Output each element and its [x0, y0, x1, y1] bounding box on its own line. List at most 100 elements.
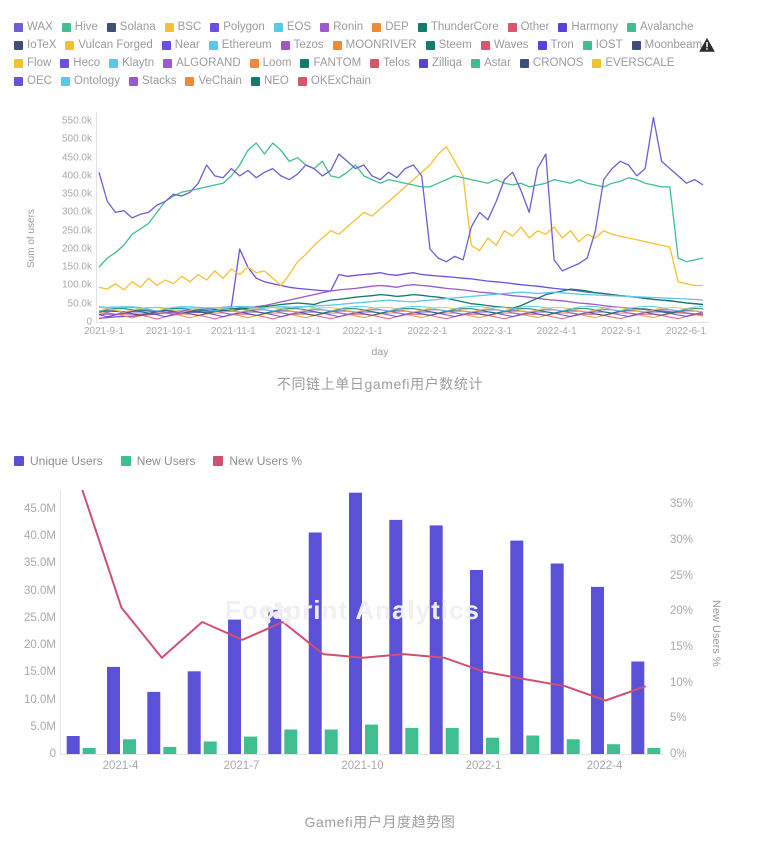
bar-unique-users — [66, 736, 80, 754]
legend-label: New Users % — [229, 454, 303, 468]
legend-label: CRONOS — [532, 57, 584, 69]
chart2-legend-item[interactable]: Unique Users — [14, 454, 103, 468]
chart1-legend-item[interactable]: WAX — [14, 18, 53, 36]
chart1-legend-item[interactable]: Polygon — [210, 18, 265, 36]
chart1-legend-item[interactable]: Moonbeam — [631, 36, 703, 54]
chart2-x-axis-ticks: 2021-4 2021-7 2021-10 2022-1 2022-4 — [60, 760, 665, 776]
chart2-legend-item[interactable]: New Users — [120, 454, 195, 468]
chart1-legend-item[interactable]: Heco — [60, 54, 100, 72]
chart1-legend-item[interactable]: FANTOM — [300, 54, 361, 72]
chart1-legend-item[interactable]: Ontology — [60, 72, 120, 90]
bar-unique-users — [147, 691, 161, 754]
y-tick-label: 5.0M — [30, 720, 56, 733]
x-tick-label: 2022-1 — [465, 760, 502, 772]
bar-unique-users — [510, 540, 524, 754]
secondary-y-tick-label: 15% — [670, 640, 694, 653]
chart2-secondary-y-axis-label: New Users % — [710, 600, 722, 667]
chart1-legend-item[interactable]: IoTeX — [14, 36, 56, 54]
chart1-legend-item[interactable]: ThunderCore — [417, 18, 499, 36]
legend-swatch-icon — [558, 22, 568, 32]
chart1-legend-item[interactable]: OEC — [14, 72, 52, 90]
secondary-y-tick-label: 30% — [670, 533, 694, 546]
y-tick-label: 30.0M — [24, 584, 56, 597]
chart1-legend-item[interactable]: OKExChain — [297, 72, 371, 90]
y-tick-label: 200.0k — [61, 243, 92, 255]
chart1-legend-item[interactable]: Near — [161, 36, 200, 54]
legend-swatch-icon — [480, 40, 490, 50]
legend-label: Moonbeam — [644, 39, 703, 51]
chart1-legend-item[interactable]: Avalanche — [627, 18, 694, 36]
chart1-legend-item[interactable]: MOONRIVER — [332, 36, 417, 54]
bar-unique-users — [389, 519, 403, 754]
chart1-legend-item[interactable]: Ronin — [320, 18, 363, 36]
chart1-legend-item[interactable]: Waves — [480, 36, 529, 54]
legend-swatch-icon — [65, 40, 75, 50]
x-tick-label: 2022-4 — [586, 760, 623, 772]
x-tick-label: 2022-1-1 — [342, 326, 383, 337]
legend-swatch-icon — [592, 58, 602, 68]
x-tick-label: 2021-9-1 — [83, 326, 125, 337]
chart1-legend-item[interactable]: Astar — [471, 54, 511, 72]
bar-new-users — [486, 737, 499, 754]
legend-swatch-icon — [61, 22, 71, 32]
secondary-y-tick-label: 0% — [670, 748, 687, 760]
bar-new-users — [284, 729, 298, 754]
page-root: WAX Hive Solana BSC Polygon EOS Ronin DEP Thunde… — [0, 0, 760, 854]
legend-swatch-icon — [273, 22, 283, 32]
chart1-legend-item[interactable]: BSC — [164, 18, 202, 36]
chart1-legend-item[interactable]: VeChain — [185, 72, 242, 90]
chart1-legend-item[interactable]: Klaytn — [109, 54, 154, 72]
chart1-legend-item[interactable]: Solana — [106, 18, 156, 36]
chart1-legend-item[interactable]: Flow — [14, 54, 51, 72]
chart1-legend-item[interactable]: Tron — [537, 36, 574, 54]
legend-label: OKExChain — [310, 75, 371, 87]
chart1-legend-item[interactable]: Telos — [370, 54, 410, 72]
legend-label: FANTOM — [313, 57, 362, 69]
chart1-legend-item[interactable]: IOST — [582, 36, 623, 54]
chart1-legend-item[interactable]: NEO — [250, 72, 289, 90]
legend-label: WAX — [27, 21, 53, 33]
legend-label: Vulcan Forged — [78, 39, 153, 51]
legend-swatch-icon — [297, 76, 307, 86]
legend-swatch-icon — [537, 40, 547, 50]
legend-label: BSC — [177, 21, 202, 33]
x-tick-label: 2022-3-1 — [471, 326, 513, 337]
chart1-legend-item[interactable]: EVERSCALE — [592, 54, 674, 72]
x-tick-label: 2021-4 — [102, 760, 139, 772]
y-tick-label: 15.0M — [24, 666, 56, 679]
chart1-legend-item[interactable]: DEP — [372, 18, 409, 36]
chart1-legend-item[interactable]: Steem — [425, 36, 472, 54]
chart1-legend-item[interactable]: EOS — [273, 18, 311, 36]
bar-unique-users — [349, 492, 362, 754]
chart1-legend-item[interactable]: Loom — [249, 54, 291, 72]
bar-unique-users — [550, 563, 564, 754]
chart1-legend-item[interactable]: Harmony — [558, 18, 618, 36]
y-tick-label: 40.0M — [24, 530, 56, 543]
chart1-legend-item[interactable]: Stacks — [128, 72, 176, 90]
legend-label: Other — [520, 21, 550, 33]
legend-swatch-icon — [471, 58, 481, 68]
chart1-legend-item[interactable]: CRONOS — [519, 54, 584, 72]
chart2-legend-item[interactable]: New Users % — [213, 454, 302, 468]
y-tick-label: 550.0k — [61, 115, 92, 127]
warning-triangle-icon[interactable] — [698, 36, 716, 54]
bar-new-users — [405, 727, 419, 754]
legend-label: Telos — [383, 57, 411, 69]
legend-label: Steem — [438, 39, 472, 51]
x-tick-label: 2021-11-1 — [210, 326, 256, 337]
legend-swatch-icon — [213, 456, 224, 466]
chart1-legend-item[interactable]: Tezos — [280, 36, 324, 54]
legend-label: Harmony — [571, 21, 619, 33]
chart1-legend-item[interactable]: Hive — [61, 18, 98, 36]
y-tick-label: 25.0M — [24, 611, 56, 624]
chart1-legend-item[interactable]: Vulcan Forged — [65, 36, 153, 54]
legend-label: Heco — [73, 57, 101, 69]
chart1-legend-item[interactable]: Zilliqa — [419, 54, 462, 72]
chart1-legend-item[interactable]: ALGORAND — [163, 54, 241, 72]
chart1-legend-item[interactable]: Ethereum — [208, 36, 272, 54]
x-tick-label: 2021-12-1 — [275, 326, 321, 337]
chart1-legend-item[interactable]: Other — [507, 18, 550, 36]
bar-new-users — [365, 724, 378, 754]
x-tick-label: 2021-10-1 — [145, 326, 192, 337]
legend-label: VeChain — [198, 75, 242, 87]
